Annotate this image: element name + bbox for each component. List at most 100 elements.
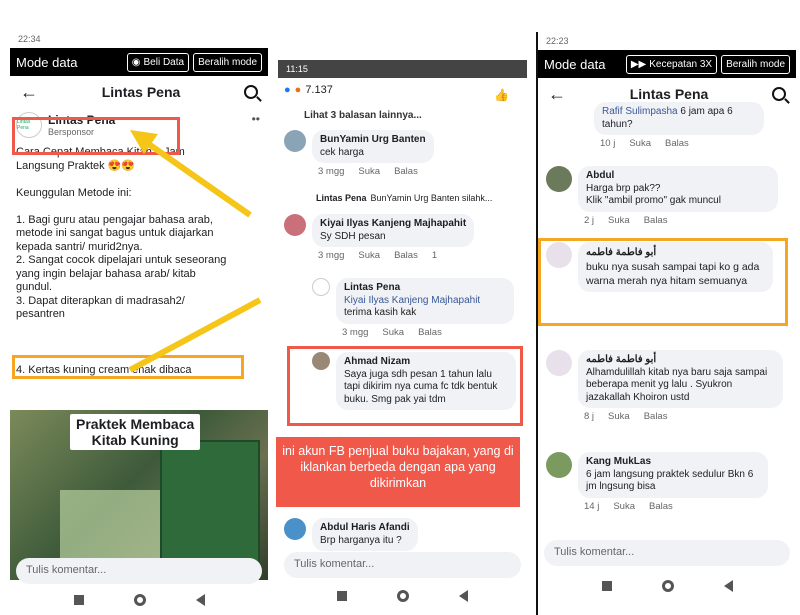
back-nav-icon[interactable] (195, 594, 205, 606)
search-icon[interactable] (244, 85, 258, 99)
buy-data-button[interactable]: ◉ Beli Data (126, 52, 190, 72)
status-bar: 22:34 (10, 30, 268, 48)
speed-label: Kecepatan 3X (649, 58, 713, 70)
highlight-box-complaint (287, 346, 523, 426)
like-button[interactable]: Suka (382, 327, 404, 338)
mention-link[interactable]: Kiyai Ilyas Kanjeng Majhapahit (344, 295, 506, 308)
commenter-name[interactable]: BunYamin Urg Banten (320, 134, 426, 147)
home-icon[interactable] (661, 580, 674, 592)
reply-preview[interactable]: Lintas Pena BunYamin Urg Banten silahk... (316, 193, 492, 203)
reply-text: BunYamin Urg Banten silahk... (370, 193, 493, 203)
arrow-line-2 (128, 297, 262, 373)
like-button[interactable]: Suka (608, 411, 630, 422)
image-title: Praktek Membaca Kitab Kuning (70, 414, 201, 450)
comment-item: Abdul Haris Afandi Brp harganya itu ? (284, 518, 418, 551)
reply-button[interactable]: Balas (644, 411, 668, 422)
comment-time: 14 j (584, 500, 600, 512)
recent-apps-icon[interactable] (337, 591, 347, 601)
like-button[interactable]: Suka (608, 215, 630, 226)
commenter-name[interactable]: Abdul (586, 170, 770, 183)
comment-text: Alhamdulillah kitab nya baru saja sampai… (586, 366, 768, 403)
reaction-summary[interactable]: ● ● 7.137 (278, 78, 527, 102)
comment-input[interactable]: Tulis komentar... (544, 540, 790, 566)
avatar[interactable] (284, 130, 306, 152)
data-mode-bar: Mode data ▶▶ Kecepatan 3X Beralih mode (538, 50, 796, 78)
commenter-name[interactable]: Kiyai Ilyas Kanjeng Majhapahit (320, 218, 466, 231)
status-bar: 11:15 (278, 60, 527, 78)
top-nav: ← Lintas Pena (10, 76, 268, 108)
arrow-line-1 (138, 135, 252, 218)
comment-time: 3 mgg (318, 166, 345, 177)
recent-apps-icon[interactable] (73, 595, 84, 605)
thumbs-up-icon[interactable]: 👍 (494, 88, 509, 102)
avatar[interactable] (546, 452, 572, 478)
status-time: 22:34 (18, 34, 41, 44)
page-title: Lintas Pena (101, 84, 181, 100)
reply-button[interactable]: Balas (644, 215, 668, 226)
reaction-count: 1 (431, 250, 438, 261)
reply-button[interactable]: Balas (649, 501, 673, 512)
comment-item: Abdul Harga brp pak?? Klik "ambil promo" … (546, 166, 778, 226)
comment-input[interactable]: Tulis komentar... (16, 558, 262, 584)
page-title: Lintas Pena (629, 86, 709, 102)
switch-mode-button[interactable]: Beralih mode (721, 54, 790, 74)
comment-input[interactable]: Tulis komentar... (284, 552, 521, 578)
comment-time: 3 mgg (318, 250, 345, 261)
comment-time: 10 j (600, 138, 616, 149)
comment-time: 2 j (584, 214, 595, 226)
annotation-arrows (128, 130, 262, 373)
like-button[interactable]: Suka (613, 501, 635, 512)
android-nav (538, 576, 796, 596)
switch-mode-button[interactable]: Beralih mode (193, 52, 262, 72)
comment-item: Kiyai Ilyas Kanjeng Majhapahit Sy SDH pes… (284, 214, 475, 261)
search-icon[interactable] (772, 87, 786, 101)
fast-forward-icon: ▶▶ (630, 58, 647, 70)
mode-label: Mode data (544, 56, 606, 72)
like-button[interactable]: Suka (358, 250, 380, 261)
comment-item: BunYamin Urg Banten cek harga 3 mgg Suka Ba… (284, 130, 434, 177)
status-bar: 22:23 (538, 32, 796, 50)
avatar[interactable] (284, 214, 306, 236)
comment-time: 3 mgg (342, 326, 369, 338)
commenter-name[interactable]: Kang MukLas (586, 456, 760, 469)
back-arrow-icon[interactable]: ← (20, 82, 38, 103)
see-more-replies[interactable]: Lihat 3 balasan lainnya... (304, 110, 422, 121)
like-button[interactable]: Suka (358, 166, 380, 177)
data-mode-bar: Mode data ◉ Beli Data Beralih mode (10, 48, 268, 76)
commenter-name[interactable]: Lintas Pena (344, 282, 506, 295)
post-image[interactable]: Praktek Membaca Kitab Kuning (10, 410, 268, 580)
home-icon[interactable] (133, 594, 146, 606)
avatar[interactable] (546, 166, 572, 192)
android-nav (278, 586, 527, 606)
mode-label: Mode data (16, 54, 78, 70)
commenter-name[interactable]: Abdul Haris Afandi (320, 522, 410, 535)
comment-text: cek harga (320, 146, 364, 158)
like-button[interactable]: Suka (629, 138, 651, 149)
commenter-name[interactable]: أبو فاطمة فاطمه (586, 354, 775, 367)
reply-button[interactable]: Balas (665, 138, 689, 149)
status-time: 22:23 (546, 36, 569, 46)
mention-link[interactable]: Rafif Sulimpasha (602, 106, 678, 117)
avatar[interactable] (546, 350, 572, 376)
avatar[interactable] (284, 518, 306, 540)
comment-text: 6 jam langsung praktek sedulur Bkn 6 jm … (586, 468, 754, 493)
back-arrow-icon[interactable]: ← (548, 84, 566, 105)
recent-apps-icon[interactable] (601, 581, 612, 591)
back-nav-icon[interactable] (723, 580, 733, 592)
reply-button[interactable]: Balas (394, 250, 418, 261)
comment-text: terima kasih kak (344, 307, 417, 318)
avatar[interactable] (312, 278, 330, 296)
angry-reaction-icon: ● (294, 84, 302, 96)
speed-button[interactable]: ▶▶ Kecepatan 3X (625, 54, 718, 74)
reply-button[interactable]: Balas (394, 166, 418, 177)
reaction-count: 7.137 (305, 84, 333, 96)
reply-button[interactable]: Balas (418, 327, 442, 338)
comment-text: Brp harganya itu ? (320, 534, 402, 546)
comment-text: Sy SDH pesan (320, 230, 386, 242)
wifi-icon: ◉ (131, 56, 141, 68)
home-icon[interactable] (397, 590, 409, 602)
status-time: 11:15 (286, 64, 308, 74)
highlight-box-no-red (538, 238, 788, 326)
back-nav-icon[interactable] (459, 590, 468, 602)
like-reaction-icon: ● (284, 84, 291, 96)
